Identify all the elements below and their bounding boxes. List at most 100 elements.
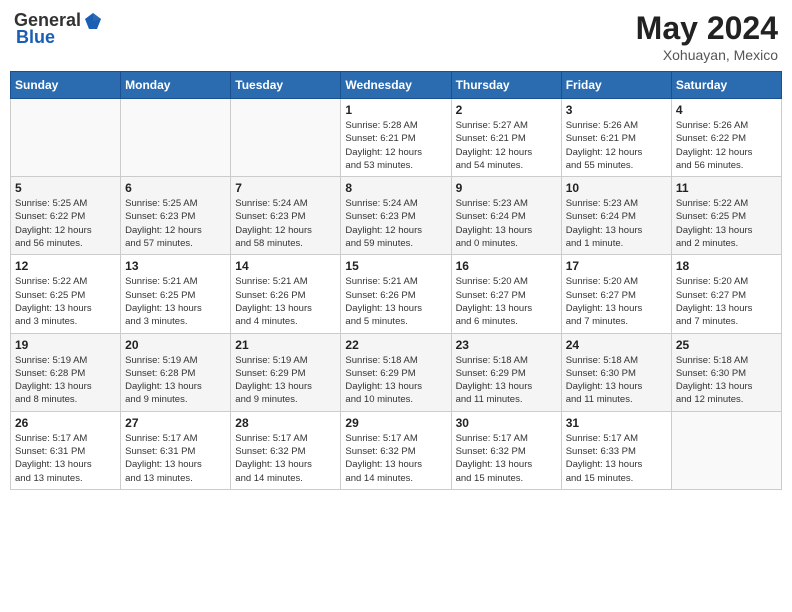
day-info: Sunrise: 5:28 AM Sunset: 6:21 PM Dayligh… [345,119,446,172]
calendar-cell [121,99,231,177]
day-number: 22 [345,338,446,352]
month-title: May 2024 [636,10,778,47]
calendar-cell: 28 Sunrise: 5:17 AM Sunset: 6:32 PM Dayli… [231,411,341,489]
day-number: 10 [566,181,667,195]
calendar-cell: 19Sunrise: 5:19 AM Sunset: 6:28 PM Dayli… [11,333,121,411]
day-info: Sunrise: 5:20 AM Sunset: 6:27 PM Dayligh… [566,275,667,328]
calendar-cell: 31Sunrise: 5:17 AM Sunset: 6:33 PM Dayli… [561,411,671,489]
weekday-header-thursday: Thursday [451,72,561,99]
calendar-cell [671,411,781,489]
day-number: 12 [15,259,116,273]
day-info: Sunrise: 5:26 AM Sunset: 6:21 PM Dayligh… [566,119,667,172]
day-info: Sunrise: 5:18 AM Sunset: 6:29 PM Dayligh… [456,354,557,407]
day-info: Sunrise: 5:17 AM Sunset: 6:32 PM Dayligh… [456,432,557,485]
day-info: Sunrise: 5:20 AM Sunset: 6:27 PM Dayligh… [456,275,557,328]
day-info: Sunrise: 5:26 AM Sunset: 6:22 PM Dayligh… [676,119,777,172]
day-number: 1 [345,103,446,117]
day-number: 25 [676,338,777,352]
day-number: 18 [676,259,777,273]
day-info: Sunrise: 5:17 AM Sunset: 6:32 PM Dayligh… [345,432,446,485]
calendar-cell: 22 Sunrise: 5:18 AM Sunset: 6:29 PM Dayli… [341,333,451,411]
calendar-table: SundayMondayTuesdayWednesdayThursdayFrid… [10,71,782,490]
day-number: 16 [456,259,557,273]
day-number: 9 [456,181,557,195]
day-number: 11 [676,181,777,195]
day-info: Sunrise: 5:23 AM Sunset: 6:24 PM Dayligh… [456,197,557,250]
weekday-header-friday: Friday [561,72,671,99]
location-subtitle: Xohuayan, Mexico [636,47,778,63]
day-info: Sunrise: 5:23 AM Sunset: 6:24 PM Dayligh… [566,197,667,250]
day-number: 14 [235,259,336,273]
day-info: Sunrise: 5:24 AM Sunset: 6:23 PM Dayligh… [345,197,446,250]
day-number: 27 [125,416,226,430]
calendar-cell: 1 Sunrise: 5:28 AM Sunset: 6:21 PM Daylig… [341,99,451,177]
calendar-cell: 5 Sunrise: 5:25 AM Sunset: 6:22 PM Daylig… [11,177,121,255]
day-info: Sunrise: 5:19 AM Sunset: 6:28 PM Dayligh… [15,354,116,407]
day-number: 28 [235,416,336,430]
calendar-cell: 21 Sunrise: 5:19 AM Sunset: 6:29 PM Dayli… [231,333,341,411]
calendar-cell: 7 Sunrise: 5:24 AM Sunset: 6:23 PM Daylig… [231,177,341,255]
day-info: Sunrise: 5:21 AM Sunset: 6:25 PM Dayligh… [125,275,226,328]
day-number: 26 [15,416,116,430]
day-number: 21 [235,338,336,352]
logo: General Blue [14,10,103,48]
day-number: 2 [456,103,557,117]
day-number: 31 [566,416,667,430]
calendar-week-row: 12Sunrise: 5:22 AM Sunset: 6:25 PM Dayli… [11,255,782,333]
calendar-cell [11,99,121,177]
page-header: General Blue May 2024 Xohuayan, Mexico [10,10,782,63]
day-info: Sunrise: 5:25 AM Sunset: 6:23 PM Dayligh… [125,197,226,250]
day-info: Sunrise: 5:25 AM Sunset: 6:22 PM Dayligh… [15,197,116,250]
day-info: Sunrise: 5:17 AM Sunset: 6:32 PM Dayligh… [235,432,336,485]
day-info: Sunrise: 5:17 AM Sunset: 6:31 PM Dayligh… [15,432,116,485]
day-info: Sunrise: 5:24 AM Sunset: 6:23 PM Dayligh… [235,197,336,250]
weekday-header-wednesday: Wednesday [341,72,451,99]
weekday-header-monday: Monday [121,72,231,99]
calendar-cell: 18 Sunrise: 5:20 AM Sunset: 6:27 PM Dayli… [671,255,781,333]
calendar-cell: 16 Sunrise: 5:20 AM Sunset: 6:27 PM Dayli… [451,255,561,333]
calendar-cell: 24 Sunrise: 5:18 AM Sunset: 6:30 PM Dayli… [561,333,671,411]
day-number: 30 [456,416,557,430]
day-info: Sunrise: 5:21 AM Sunset: 6:26 PM Dayligh… [235,275,336,328]
day-number: 4 [676,103,777,117]
day-info: Sunrise: 5:22 AM Sunset: 6:25 PM Dayligh… [676,197,777,250]
day-info: Sunrise: 5:19 AM Sunset: 6:28 PM Dayligh… [125,354,226,407]
day-number: 29 [345,416,446,430]
calendar-cell: 11 Sunrise: 5:22 AM Sunset: 6:25 PM Dayli… [671,177,781,255]
calendar-cell: 29 Sunrise: 5:17 AM Sunset: 6:32 PM Dayli… [341,411,451,489]
calendar-week-row: 1 Sunrise: 5:28 AM Sunset: 6:21 PM Daylig… [11,99,782,177]
day-info: Sunrise: 5:19 AM Sunset: 6:29 PM Dayligh… [235,354,336,407]
day-number: 8 [345,181,446,195]
calendar-week-row: 26 Sunrise: 5:17 AM Sunset: 6:31 PM Dayli… [11,411,782,489]
day-info: Sunrise: 5:18 AM Sunset: 6:30 PM Dayligh… [676,354,777,407]
calendar-cell: 9 Sunrise: 5:23 AM Sunset: 6:24 PM Daylig… [451,177,561,255]
day-number: 6 [125,181,226,195]
calendar-cell: 23 Sunrise: 5:18 AM Sunset: 6:29 PM Dayli… [451,333,561,411]
day-info: Sunrise: 5:20 AM Sunset: 6:27 PM Dayligh… [676,275,777,328]
calendar-cell: 14 Sunrise: 5:21 AM Sunset: 6:26 PM Dayli… [231,255,341,333]
weekday-header-sunday: Sunday [11,72,121,99]
calendar-cell: 15Sunrise: 5:21 AM Sunset: 6:26 PM Dayli… [341,255,451,333]
day-number: 3 [566,103,667,117]
calendar-cell: 8 Sunrise: 5:24 AM Sunset: 6:23 PM Daylig… [341,177,451,255]
day-number: 24 [566,338,667,352]
calendar-cell: 27Sunrise: 5:17 AM Sunset: 6:31 PM Dayli… [121,411,231,489]
day-number: 23 [456,338,557,352]
day-number: 5 [15,181,116,195]
day-info: Sunrise: 5:18 AM Sunset: 6:29 PM Dayligh… [345,354,446,407]
day-number: 7 [235,181,336,195]
day-number: 13 [125,259,226,273]
day-info: Sunrise: 5:18 AM Sunset: 6:30 PM Dayligh… [566,354,667,407]
calendar-cell: 17Sunrise: 5:20 AM Sunset: 6:27 PM Dayli… [561,255,671,333]
calendar-cell [231,99,341,177]
day-number: 20 [125,338,226,352]
calendar-cell: 12Sunrise: 5:22 AM Sunset: 6:25 PM Dayli… [11,255,121,333]
day-number: 15 [345,259,446,273]
calendar-cell: 25 Sunrise: 5:18 AM Sunset: 6:30 PM Dayli… [671,333,781,411]
calendar-cell: 10 Sunrise: 5:23 AM Sunset: 6:24 PM Dayli… [561,177,671,255]
weekday-header-saturday: Saturday [671,72,781,99]
calendar-cell: 26 Sunrise: 5:17 AM Sunset: 6:31 PM Dayli… [11,411,121,489]
logo-blue-text: Blue [16,27,55,48]
calendar-cell: 3 Sunrise: 5:26 AM Sunset: 6:21 PM Daylig… [561,99,671,177]
logo-flag-icon [83,11,103,31]
